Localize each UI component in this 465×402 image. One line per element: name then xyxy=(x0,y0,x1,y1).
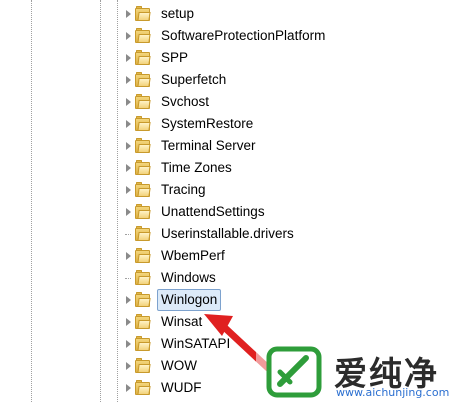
watermark-logo-icon xyxy=(266,346,322,398)
watermark-url: www.aichunjing.com xyxy=(336,386,450,399)
